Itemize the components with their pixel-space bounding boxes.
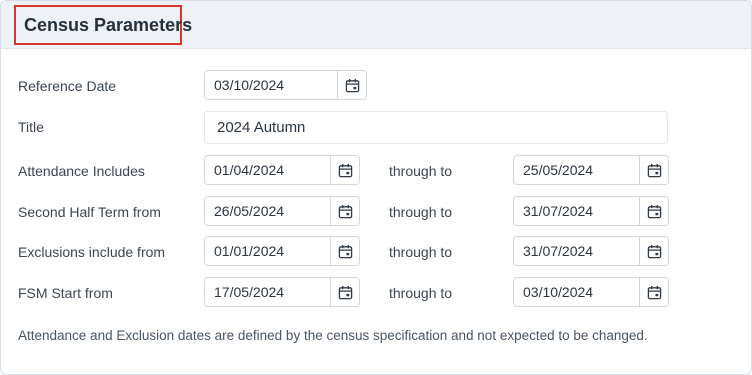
attendance-to-field[interactable]: 25/05/2024 [513,155,669,185]
fsm-start-to-picker-button[interactable] [640,278,668,306]
calendar-icon [345,78,359,92]
fsm-start-from-input[interactable]: 17/05/2024 [205,278,331,306]
title-input[interactable]: 2024 Autumn [204,111,668,144]
attendance-from-input[interactable]: 01/04/2024 [205,156,331,184]
exclusions-through-label: through to [389,244,453,260]
exclusions-from-field[interactable]: 01/01/2024 [204,236,360,266]
reference-date-input[interactable]: 03/10/2024 [205,71,338,99]
second-half-term-label: Second Half Term from [18,204,161,220]
census-parameters-panel: Census Parameters Reference Date 03/10/2… [0,0,752,375]
attendance-from-field[interactable]: 01/04/2024 [204,155,360,185]
attendance-to-picker-button[interactable] [640,156,668,184]
fsm-start-from-field[interactable]: 17/05/2024 [204,277,360,307]
fsm-start-through-label: through to [389,285,453,301]
panel-title-highlight: Census Parameters [14,5,192,45]
second-half-term-from-field[interactable]: 26/05/2024 [204,196,360,226]
fsm-start-from-picker-button[interactable] [331,278,359,306]
calendar-icon [338,285,352,299]
second-half-term-to-input[interactable]: 31/07/2024 [514,197,640,225]
second-half-term-from-input[interactable]: 26/05/2024 [205,197,331,225]
second-half-term-from-picker-button[interactable] [331,197,359,225]
panel-title: Census Parameters [24,14,193,35]
fsm-start-label: FSM Start from [18,285,113,301]
exclusions-from-input[interactable]: 01/01/2024 [205,237,331,265]
attendance-from-picker-button[interactable] [331,156,359,184]
exclusions-to-input[interactable]: 31/07/2024 [514,237,640,265]
attendance-label: Attendance Includes [18,163,145,179]
reference-date-label: Reference Date [18,78,117,94]
exclusions-label: Exclusions include from [18,244,166,260]
panel-header: Census Parameters [1,1,751,49]
title-label: Title [18,119,44,135]
fsm-start-to-input[interactable]: 03/10/2024 [514,278,640,306]
calendar-icon [647,244,661,258]
census-note: Attendance and Exclusion dates are defin… [18,328,648,343]
exclusions-to-field[interactable]: 31/07/2024 [513,236,669,266]
reference-date-field[interactable]: 03/10/2024 [204,70,367,100]
reference-date-picker-button[interactable] [338,71,366,99]
attendance-to-input[interactable]: 25/05/2024 [514,156,640,184]
calendar-icon [338,163,352,177]
exclusions-from-picker-button[interactable] [331,237,359,265]
exclusions-to-picker-button[interactable] [640,237,668,265]
second-half-term-through-label: through to [389,204,453,220]
calendar-icon [647,285,661,299]
calendar-icon [647,163,661,177]
fsm-start-to-field[interactable]: 03/10/2024 [513,277,669,307]
calendar-icon [647,204,661,218]
calendar-icon [338,204,352,218]
calendar-icon [338,244,352,258]
second-half-term-to-picker-button[interactable] [640,197,668,225]
second-half-term-to-field[interactable]: 31/07/2024 [513,196,669,226]
attendance-through-label: through to [389,163,453,179]
